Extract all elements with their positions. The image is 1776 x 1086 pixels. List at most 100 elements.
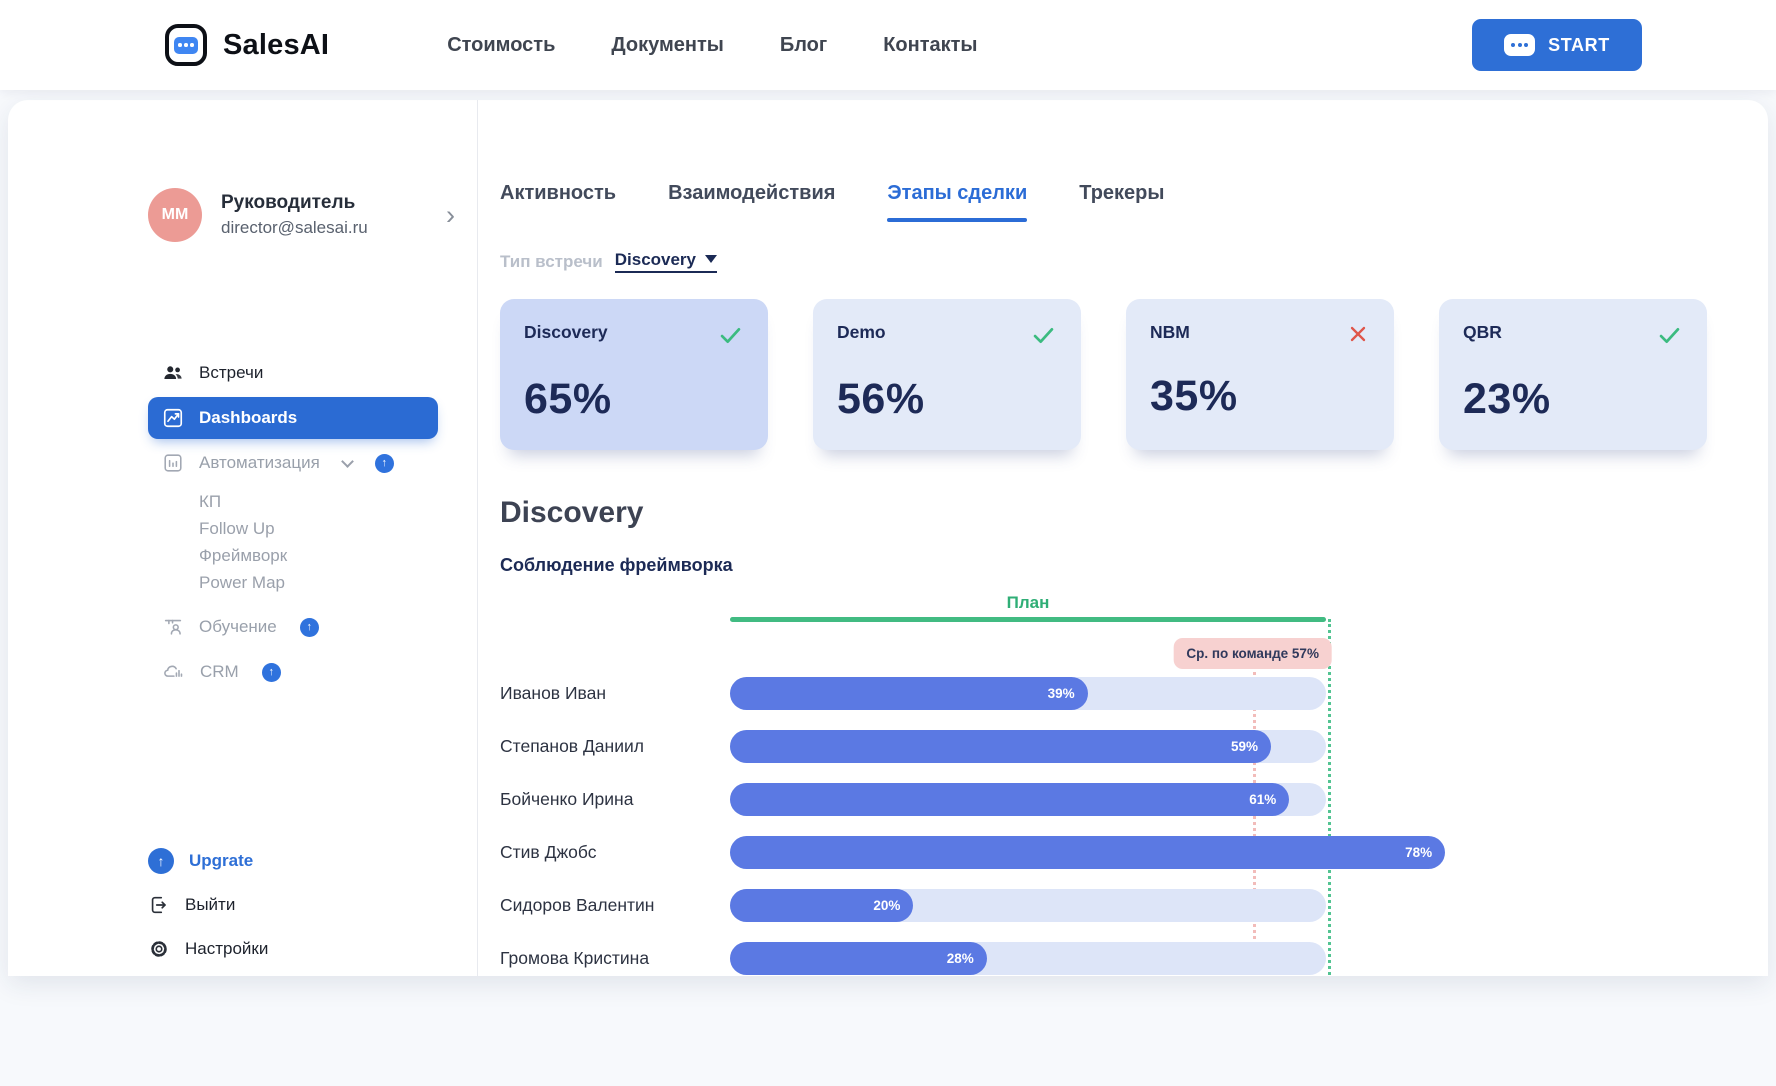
submenu-item-follow-up[interactable]: Follow Up — [199, 515, 438, 542]
bar: 59% — [730, 730, 1271, 763]
card-title: QBR — [1463, 322, 1502, 342]
chart-row: Иванов Иван 39% — [500, 677, 1580, 710]
upgrade-label: Upgrate — [189, 851, 254, 870]
bar: 61% — [730, 783, 1290, 816]
check-icon — [717, 322, 744, 349]
bar-track: 78% — [730, 836, 1446, 869]
users-icon — [162, 362, 184, 384]
nav-item-contacts[interactable]: Контакты — [883, 34, 977, 57]
bar-category-label: Бойченко Ирина — [500, 789, 634, 809]
meeting-type-filter: Тип встречи Discovery — [500, 250, 1728, 273]
bar-track: 59% — [730, 730, 1326, 763]
settings-label: Настройки — [185, 939, 269, 958]
tab-activity[interactable]: Активность — [500, 182, 616, 222]
upgrade-button[interactable]: ↑ Upgrate — [148, 839, 438, 883]
bar: 20% — [730, 889, 914, 922]
submenu-item-power-map[interactable]: Power Map — [199, 569, 438, 596]
nav-item-blog[interactable]: Блог — [780, 34, 827, 57]
sidebar-item-dashboards[interactable]: Dashboards — [148, 397, 438, 439]
card-title: NBM — [1150, 322, 1190, 342]
bar-value-label: 59% — [1230, 739, 1258, 754]
stage-card-discovery[interactable]: Discovery 65% — [500, 299, 768, 450]
pro-up-arrow-icon: ↑ — [261, 662, 281, 682]
card-value: 23% — [1463, 375, 1551, 423]
app-panel: MM Руководитель director@salesai.ru › Вс… — [8, 100, 1768, 976]
main-content: Активность Взаимодействия Этапы сделки Т… — [478, 100, 1768, 976]
top-header: SalesAI Стоимость Документы Блог Контакт… — [0, 0, 1776, 90]
chart-row: Громова Кристина 28% — [500, 942, 1580, 975]
tab-trackers[interactable]: Трекеры — [1079, 182, 1164, 222]
cross-icon — [1346, 322, 1370, 346]
brand-name: SalesAI — [223, 28, 330, 61]
tab-interactions[interactable]: Взаимодействия — [668, 182, 835, 222]
pro-up-arrow-icon: ↑ — [299, 617, 319, 637]
start-button[interactable]: START — [1472, 19, 1642, 71]
nav-item-documents[interactable]: Документы — [611, 34, 723, 57]
stage-cards: Discovery 65% Demo 56% NBM 35% QBR 23% — [500, 299, 1728, 450]
logout-label: Выйти — [185, 895, 236, 914]
team-average-badge: Ср. по команде 57% — [1173, 638, 1332, 669]
logout-button[interactable]: Выйти — [148, 883, 438, 927]
sidebar-item-training[interactable]: Обучение ↑ — [148, 606, 438, 648]
automation-submenu: КП Follow Up Фреймворк Power Map — [148, 488, 438, 596]
bar-track: 61% — [730, 783, 1326, 816]
brand-logo[interactable]: SalesAI — [165, 24, 329, 66]
bar-category-label: Иванов Иван — [500, 683, 607, 703]
card-value: 56% — [837, 375, 925, 423]
card-title: Demo — [837, 322, 886, 342]
plan-label: План — [1006, 593, 1050, 612]
gear-icon — [148, 938, 170, 960]
chart-heading: Соблюдение фреймворка — [500, 555, 733, 575]
stage-card-nbm[interactable]: NBM 35% — [1126, 299, 1394, 450]
submenu-item-kp[interactable]: КП — [199, 488, 438, 515]
chart-row: Бойченко Ирина 61% — [500, 783, 1580, 816]
chevron-right-icon: › — [446, 200, 455, 230]
sidebar-item-label: CRM — [200, 662, 239, 681]
check-icon — [1656, 322, 1683, 349]
card-value: 65% — [524, 375, 612, 423]
bar-category-label: Степанов Даниил — [500, 736, 644, 756]
bar-category-label: Громова Кристина — [500, 948, 650, 968]
chart-row: Сидоров Валентин 20% — [500, 889, 1580, 922]
stage-card-qbr[interactable]: QBR 23% — [1439, 299, 1707, 450]
sidebar-item-meetings[interactable]: Встречи — [148, 352, 438, 394]
profile-email: director@salesai.ru — [221, 218, 368, 237]
bar: 39% — [730, 677, 1088, 710]
sidebar-menu: Встречи Dashboards Автоматизация ↑ КП Fo… — [148, 352, 438, 693]
tab-deal-stages[interactable]: Этапы сделки — [887, 182, 1027, 222]
bar-value-label: 78% — [1405, 845, 1433, 860]
sidebar-item-label: Обучение — [199, 617, 277, 636]
bar-value-label: 39% — [1047, 686, 1075, 701]
stage-card-demo[interactable]: Demo 56% — [813, 299, 1081, 450]
up-arrow-circle-icon: ↑ — [148, 848, 174, 874]
section-title: Discovery — [500, 496, 644, 529]
sidebar-item-automation[interactable]: Автоматизация ↑ — [148, 442, 438, 484]
meeting-type-dropdown[interactable]: Discovery — [614, 250, 718, 273]
card-title: Discovery — [524, 322, 608, 342]
framework-compliance-chart: План Ср. по команде 57% Иванов Иван 39% Ст… — [500, 593, 1580, 988]
training-board-icon — [162, 616, 184, 638]
bar: 78% — [730, 836, 1446, 869]
sidebar: MM Руководитель director@salesai.ru › Вс… — [8, 100, 478, 976]
plan-marker: План — [730, 593, 1326, 622]
bar-value-label: 61% — [1249, 792, 1277, 807]
dashboard-tabs: Активность Взаимодействия Этапы сделки Т… — [500, 182, 1728, 222]
settings-button[interactable]: Настройки — [148, 927, 438, 971]
sidebar-item-label: Автоматизация — [199, 453, 320, 472]
bar-category-label: Сидоров Валентин — [500, 895, 655, 915]
sidebar-item-crm[interactable]: CRM ↑ — [148, 651, 438, 693]
filter-label: Тип встречи — [500, 251, 603, 271]
submenu-item-framework[interactable]: Фреймворк — [199, 542, 438, 569]
chart-row: Степанов Даниил 59% — [500, 730, 1580, 763]
profile-name: Руководитель — [221, 192, 356, 213]
profile-card[interactable]: MM Руководитель director@salesai.ru › — [148, 188, 455, 242]
bar-track: 28% — [730, 942, 1326, 975]
nav-item-pricing[interactable]: Стоимость — [447, 34, 555, 57]
plan-line — [730, 617, 1326, 622]
cloud-chart-icon — [162, 661, 185, 683]
check-icon — [1030, 322, 1057, 349]
bar-value-label: 20% — [873, 898, 901, 913]
sidebar-item-label: Dashboards — [199, 408, 298, 427]
chart-row: Стив Джобс 78% — [500, 836, 1580, 869]
dropdown-arrow-icon — [705, 255, 718, 263]
